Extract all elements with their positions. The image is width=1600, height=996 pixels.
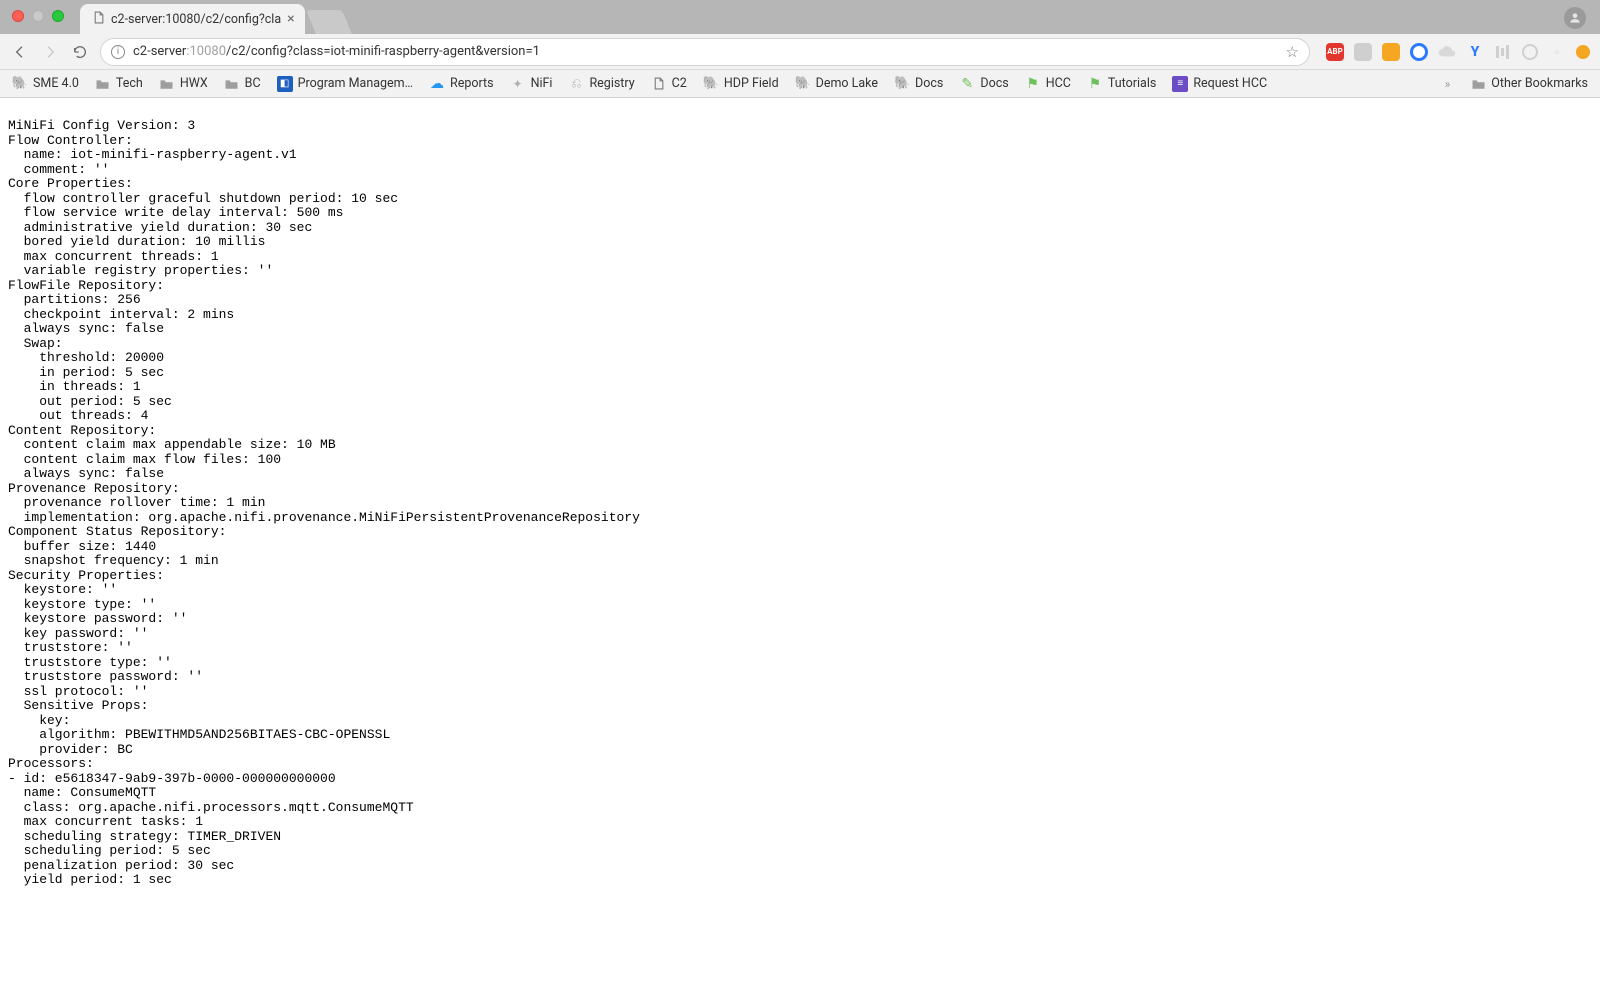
bookmark-item[interactable]: ⚑ HCC (1025, 76, 1071, 92)
extension-icon[interactable] (1410, 43, 1428, 61)
bookmark-item[interactable]: ≡ Request HCC (1172, 76, 1267, 92)
registry-icon: ⎌ (568, 76, 584, 92)
folder-icon (95, 76, 111, 92)
extension-icon[interactable]: Y (1466, 43, 1484, 61)
minimize-window-button[interactable] (32, 10, 44, 22)
bookmark-label: Tech (116, 76, 143, 91)
bookmark-label: Docs (915, 76, 943, 91)
file-icon (651, 76, 667, 92)
back-button[interactable] (10, 42, 30, 62)
elephant-icon: 🐘 (703, 76, 719, 92)
extension-icon[interactable] (1494, 43, 1512, 61)
tutorials-icon: ⚑ (1087, 76, 1103, 92)
bookmark-star-icon[interactable]: ☆ (1286, 43, 1299, 61)
bookmark-label: Request HCC (1193, 76, 1267, 91)
elephant-icon: 🐘 (795, 76, 811, 92)
elephant-icon: 🐘 (894, 76, 910, 92)
extension-icon[interactable] (1522, 44, 1538, 60)
bookmark-item[interactable]: HWX (159, 76, 208, 92)
bookmark-label: C2 (672, 76, 687, 91)
bookmarks-bar: 🐘 SME 4.0 Tech HWX BC ◧ Program Managem… ☁ Repor… (0, 70, 1600, 98)
site-info-icon[interactable]: i (111, 45, 125, 59)
page-body-text: MiNiFi Config Version: 3 Flow Controller… (0, 111, 1600, 896)
bookmark-label: HWX (180, 76, 208, 91)
folder-icon (224, 76, 240, 92)
extension-icon[interactable] (1382, 43, 1400, 61)
folder-icon (159, 76, 175, 92)
bookmark-item[interactable]: 🐘 SME 4.0 (12, 76, 79, 92)
bookmark-item[interactable]: ⎌ Registry (568, 76, 634, 92)
bookmark-item[interactable]: ✎ Docs (959, 76, 1008, 92)
bookmark-item[interactable]: C2 (651, 76, 687, 92)
url-text: c2-server:10080/c2/config?class=iot-mini… (133, 44, 540, 59)
bookmark-label: Tutorials (1108, 76, 1156, 91)
extension-icon[interactable]: ◦ (1548, 43, 1566, 61)
bookmark-item[interactable]: 🐘 HDP Field (703, 76, 779, 92)
bookmark-item[interactable]: ☁ Reports (429, 76, 494, 92)
close-window-button[interactable] (12, 10, 24, 22)
bookmark-label: Reports (450, 76, 494, 91)
docs-icon: ✎ (959, 76, 975, 92)
overflow-icon[interactable]: » (1445, 77, 1449, 91)
hcc-icon: ⚑ (1025, 76, 1041, 92)
bookmark-label: Registry (589, 76, 634, 91)
bookmark-label: SME 4.0 (33, 76, 79, 91)
adblock-extension-icon[interactable]: ABP (1326, 43, 1344, 61)
toolbar: i c2-server:10080/c2/config?class=iot-mi… (0, 34, 1600, 70)
other-bookmarks[interactable]: Other Bookmarks (1470, 76, 1588, 92)
bookmark-label: BC (245, 76, 261, 91)
folder-icon (1470, 76, 1486, 92)
tab-strip: c2-server:10080/c2/config?cla × (0, 0, 1600, 34)
bookmark-item[interactable]: BC (224, 76, 261, 92)
bookmark-item[interactable]: 🐘 Docs (894, 76, 943, 92)
bookmark-label: HCC (1046, 76, 1071, 91)
tab-title: c2-server:10080/c2/config?cla (111, 12, 281, 27)
other-bookmarks-label: Other Bookmarks (1491, 76, 1588, 91)
bookmark-label: Docs (980, 76, 1008, 91)
bookmark-label: HDP Field (724, 76, 779, 91)
window-controls (12, 10, 64, 22)
address-bar[interactable]: i c2-server:10080/c2/config?class=iot-mi… (100, 38, 1310, 66)
reload-button[interactable] (70, 42, 90, 62)
profile-button[interactable] (1564, 7, 1586, 29)
nifi-icon: ✦ (510, 76, 526, 92)
bookmark-item[interactable]: 🐘 Demo Lake (795, 76, 878, 92)
bookmark-label: NiFi (531, 76, 553, 91)
new-tab-button[interactable] (306, 10, 352, 34)
extension-icon[interactable] (1576, 45, 1590, 59)
extension-icon[interactable] (1438, 43, 1456, 61)
browser-chrome: c2-server:10080/c2/config?cla × i c2-ser… (0, 0, 1600, 98)
bookmark-item[interactable]: Tech (95, 76, 143, 92)
page-icon (92, 11, 105, 28)
bookmark-item[interactable]: ✦ NiFi (510, 76, 553, 92)
bookmark-label: Program Managem… (298, 76, 413, 91)
app-icon: ◧ (277, 76, 293, 92)
cloud-icon: ☁ (429, 76, 445, 92)
maximize-window-button[interactable] (52, 10, 64, 22)
tab-close-button[interactable]: × (287, 11, 294, 27)
browser-tab[interactable]: c2-server:10080/c2/config?cla × (80, 4, 305, 34)
forward-button[interactable] (40, 42, 60, 62)
bookmark-item[interactable]: ◧ Program Managem… (277, 76, 413, 92)
extension-icon[interactable] (1354, 43, 1372, 61)
bookmark-label: Demo Lake (816, 76, 878, 91)
elephant-icon: 🐘 (12, 76, 28, 92)
bookmark-item[interactable]: ⚑ Tutorials (1087, 76, 1156, 92)
list-icon: ≡ (1172, 76, 1188, 92)
extension-icons: ABP Y ◦ (1320, 43, 1590, 61)
